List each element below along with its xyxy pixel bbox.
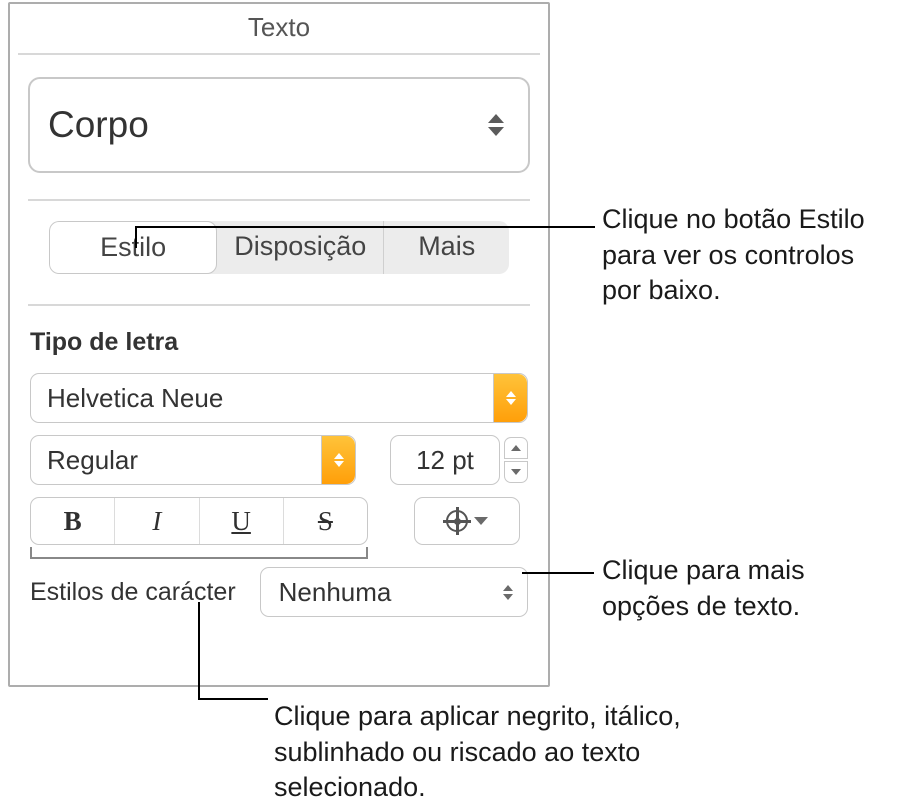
underline-button[interactable]: U: [200, 498, 284, 544]
text-tabs-segmented: Estilo Disposição Mais: [49, 221, 509, 274]
gear-icon: [446, 510, 468, 532]
callout-gear: Clique para mais opções de texto.: [602, 553, 898, 624]
tab-style[interactable]: Estilo: [49, 221, 217, 274]
callout-line: [522, 572, 594, 574]
tab-more[interactable]: Mais: [384, 221, 509, 274]
font-family-value: Helvetica Neue: [47, 383, 223, 414]
font-size-stepper: 12 pt: [390, 435, 528, 485]
callout-bius: Clique para aplicar negrito, itálico, su…: [274, 699, 714, 806]
character-styles-label: Estilos de carácter: [30, 578, 236, 607]
chevron-updown-icon: [503, 585, 513, 600]
font-section-label: Tipo de letra: [30, 328, 528, 357]
callout-line: [198, 698, 268, 700]
character-style-select[interactable]: Nenhuma: [260, 567, 528, 617]
size-step-down-button[interactable]: [504, 461, 528, 483]
character-style-value: Nenhuma: [279, 577, 392, 608]
font-size-input[interactable]: 12 pt: [390, 435, 500, 485]
chevron-down-icon: [474, 517, 488, 525]
callout-line: [198, 602, 200, 698]
callout-line: [135, 226, 137, 248]
advanced-options-button[interactable]: [414, 497, 520, 545]
callout-line: [135, 226, 595, 228]
callout-style-tab: Clique no botão Estilo para ver os contr…: [602, 202, 898, 309]
panel-title: Texto: [18, 4, 540, 55]
font-family-select[interactable]: Helvetica Neue: [30, 373, 528, 423]
chevron-updown-icon: [488, 114, 504, 136]
paragraph-style-value: Corpo: [48, 104, 149, 146]
chevron-updown-icon: [493, 374, 527, 422]
italic-button[interactable]: I: [115, 498, 199, 544]
tab-layout[interactable]: Disposição: [217, 221, 384, 274]
size-step-up-button[interactable]: [504, 437, 528, 459]
callout-bracket: [30, 547, 368, 559]
text-inspector-panel: Texto Corpo Estilo Disposição Mais Tipo …: [8, 2, 550, 687]
chevron-updown-icon: [321, 436, 355, 484]
font-typeface-value: Regular: [47, 445, 138, 476]
strikethrough-button[interactable]: S: [284, 498, 367, 544]
bold-button[interactable]: B: [31, 498, 115, 544]
paragraph-style-select[interactable]: Corpo: [28, 77, 530, 173]
text-style-buttons: B I U S: [30, 497, 368, 545]
font-typeface-select[interactable]: Regular: [30, 435, 356, 485]
